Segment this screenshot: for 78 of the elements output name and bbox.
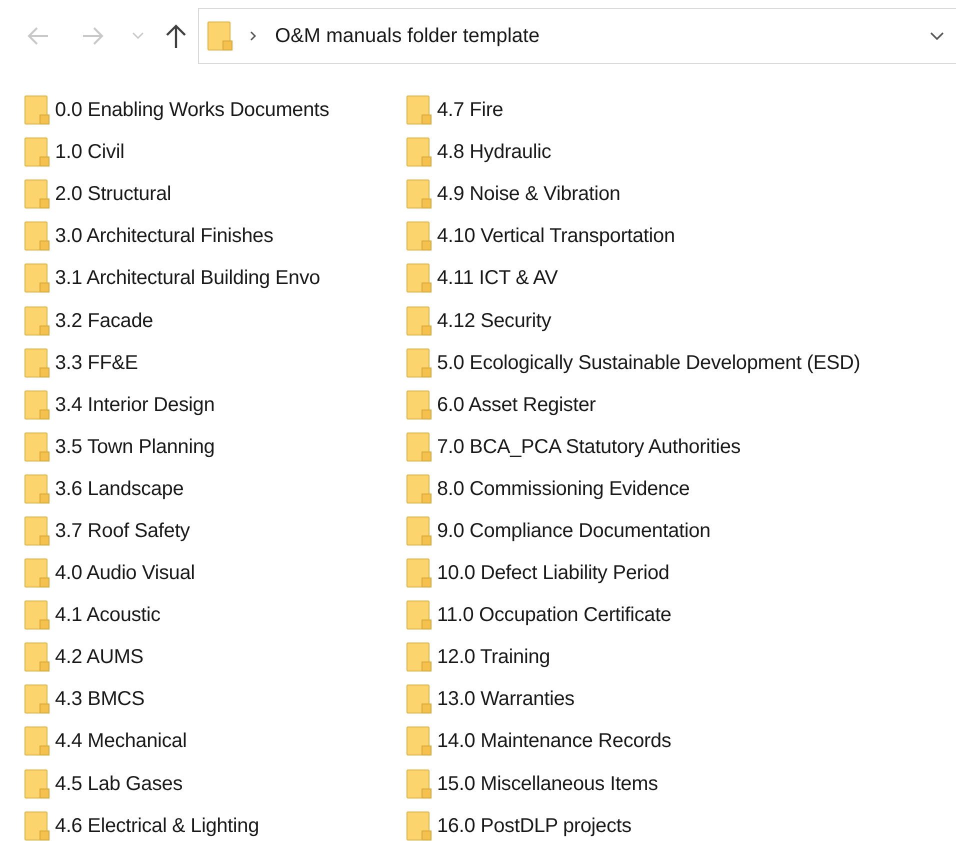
folder-icon <box>207 21 233 51</box>
folder-item[interactable]: 4.10 Vertical Transportation <box>406 215 956 258</box>
folder-item[interactable]: 14.0 Maintenance Records <box>406 720 956 762</box>
folder-icon <box>406 390 432 420</box>
folder-item[interactable]: 3.1 Architectural Building Envo <box>24 257 406 300</box>
folder-icon <box>406 516 432 546</box>
folder-item[interactable]: 4.2 AUMS <box>24 636 406 678</box>
folder-item[interactable]: 9.0 Compliance Documentation <box>406 510 956 552</box>
folder-item[interactable]: 4.1 Acoustic <box>24 594 406 636</box>
folder-icon <box>24 348 50 378</box>
folder-item[interactable]: 11.0 Occupation Certificate <box>406 594 956 636</box>
folder-icon <box>24 684 50 714</box>
folder-icon <box>24 263 50 294</box>
folder-icon <box>24 726 50 756</box>
folder-item[interactable]: 4.4 Mechanical <box>24 720 406 762</box>
folder-icon <box>406 95 432 126</box>
folder-icon <box>406 432 432 462</box>
folder-item[interactable]: 13.0 Warranties <box>406 678 956 720</box>
folder-icon <box>406 600 432 630</box>
folder-item[interactable]: 3.5 Town Planning <box>24 426 406 468</box>
folder-icon <box>406 684 432 714</box>
up-arrow-icon[interactable] <box>165 23 188 49</box>
folder-icon <box>24 810 50 841</box>
folder-item[interactable]: 16.0 PostDLP projects <box>406 804 956 841</box>
folder-icon <box>406 810 432 841</box>
folder-icon <box>406 768 432 799</box>
folder-item[interactable]: 4.6 Electrical & Lighting <box>24 804 406 841</box>
folder-item[interactable]: 10.0 Defect Liability Period <box>406 552 956 594</box>
folder-item[interactable]: 6.0 Asset Register <box>406 384 956 426</box>
folder-icon <box>24 474 50 504</box>
folder-icon <box>406 306 432 336</box>
folder-item[interactable]: 4.5 Lab Gases <box>24 762 406 805</box>
folder-icon <box>406 348 432 378</box>
folder-item[interactable]: 15.0 Miscellaneous Items <box>406 762 956 805</box>
folder-icon <box>406 474 432 504</box>
folder-item[interactable]: 4.12 Security <box>406 299 956 342</box>
chevron-down-icon[interactable] <box>929 31 945 41</box>
folder-icon <box>24 390 50 420</box>
chevron-right-icon <box>249 30 257 42</box>
folder-item[interactable]: 3.4 Interior Design <box>24 384 406 426</box>
folder-icon <box>24 137 50 168</box>
folder-item[interactable]: 8.0 Commissioning Evidence <box>406 468 956 510</box>
folder-item[interactable]: 12.0 Training <box>406 636 956 678</box>
folder-icon <box>24 95 50 126</box>
folder-icon <box>24 432 50 462</box>
folder-icon <box>24 768 50 799</box>
folder-icon <box>406 642 432 672</box>
folder-icon <box>24 600 50 630</box>
folder-icon <box>406 263 432 294</box>
folder-icon <box>406 726 432 756</box>
folder-item[interactable]: 3.2 Facade <box>24 299 406 342</box>
folder-item[interactable]: 3.6 Landscape <box>24 468 406 510</box>
folder-item[interactable]: 4.9 Noise & Vibration <box>406 173 956 216</box>
folder-item[interactable]: 2.0 Structural <box>24 173 406 216</box>
folder-icon <box>406 137 432 168</box>
folder-item[interactable]: 0.0 Enabling Works Documents <box>24 89 406 132</box>
folder-icon <box>406 558 432 588</box>
folder-icon <box>24 516 50 546</box>
folder-icon <box>406 221 432 252</box>
folder-icon <box>24 179 50 210</box>
folder-item[interactable]: 3.3 FF&E <box>24 342 406 384</box>
folder-item[interactable]: 3.7 Roof Safety <box>24 510 406 552</box>
folder-item[interactable]: 4.8 Hydraulic <box>406 131 956 174</box>
folder-icon <box>406 179 432 210</box>
address-bar[interactable]: O&M manuals folder template <box>198 8 956 64</box>
folder-item[interactable]: 3.0 Architectural Finishes <box>24 215 406 258</box>
folder-item[interactable]: 5.0 Ecologically Sustainable Development (ESD) <box>406 342 956 384</box>
folder-item[interactable]: 4.3 BMCS <box>24 678 406 720</box>
folder-icon <box>24 558 50 588</box>
folder-item[interactable]: 7.0 BCA_PCA Statutory Authorities <box>406 426 956 468</box>
folder-icon <box>24 221 50 252</box>
folder-item[interactable]: 4.0 Audio Visual <box>24 552 406 594</box>
folder-icon <box>24 642 50 672</box>
folder-icon <box>24 306 50 336</box>
folder-item[interactable]: 4.11 ICT & AV <box>406 257 956 300</box>
folder-path: O&M manuals folder template <box>275 24 540 49</box>
folder-item[interactable]: 4.7 Fire <box>406 89 956 132</box>
folder-item[interactable]: 1.0 Civil <box>24 131 406 174</box>
